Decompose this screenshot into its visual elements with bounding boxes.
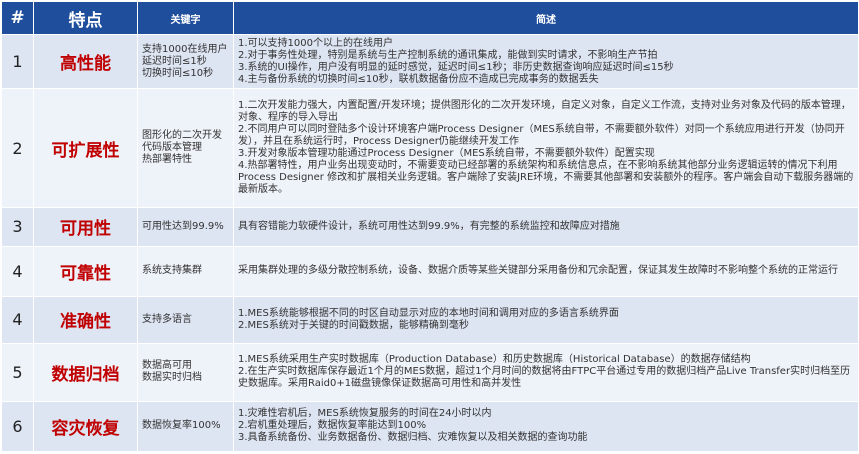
header-description: 简述 [233,1,859,35]
header-feature: 特点 [33,1,138,35]
row-keywords: 系统支持集群 [137,245,234,297]
row-feature: 准确性 [33,295,138,345]
keyword-line: 可用性达到99.9% [142,220,224,232]
desc-line: 4.主与备份系统的切换时间≤10秒，联机数据备份应不造成已完成事务的数据丢失 [238,73,599,85]
desc-line: 采用集群处理的多级分散控制系统，设备、数据介质等某些关键部分采用备份和冗余配置，… [238,265,838,277]
row-num: 3 [1,206,34,247]
row-num: 1 [1,33,34,90]
table-header-row: # 特点 关键字 简述 [1,1,859,35]
row-feature: 数据归档 [33,343,138,402]
row-feature: 容灾恢复 [33,400,138,453]
header-num: # [1,1,34,35]
row-description: 采用集群处理的多级分散控制系统，设备、数据介质等某些关键部分采用备份和冗余配置，… [233,245,859,297]
desc-line: 2.MES系统对于关键的时间戳数据，能够精确到毫秒 [238,319,469,331]
keyword-line: 支持多语言 [142,313,192,325]
desc-line: 1.可以支持1000个以上的在线用户 [238,37,393,49]
desc-line: 1.灾难性宕机后，MES系统恢复服务的时间在24小时以内 [238,408,492,420]
row-feature: 可扩展性 [33,88,138,208]
header-keyword: 关键字 [137,1,234,35]
desc-line: 2.在生产实时数据库保存最近1个月的MES数据，超过1个月时间的数据将由FTPC… [238,366,851,390]
row-num: 4 [1,245,34,297]
row-keywords: 可用性达到99.9% [137,206,234,247]
desc-line: 1.二次开发能力强大，内置配置/开发环境；提供图形化的二次开发环境，自定义对象，… [238,100,851,124]
keyword-line: 延迟时间≤1秒 [142,55,207,67]
desc-line: 4.热部署特性，用户业务出现变动时，不需要变动已经部署的系统架构和系统信息点，在… [238,160,854,196]
row-keywords: 数据高可用 数据实时归档 [137,343,234,402]
row-description: 1.MES系统采用生产实时数据库（Production Database）和历史… [233,343,859,402]
table-row: 4 可靠性 系统支持集群 采用集群处理的多级分散控制系统，设备、数据介质等某些关… [1,245,859,297]
keyword-line: 数据高可用 [142,360,192,372]
table-row: 5 数据归档 数据高可用 数据实时归档 1.MES系统采用生产实时数据库（Pro… [1,343,859,402]
row-description: 1.MES系统能够根据不同的时区自动显示对应的本地时间和调用对应的多语言系统界面… [233,295,859,345]
table-row: 1 高性能 支持1000在线用户 延迟时间≤1秒 切换时间≤10秒 1.可以支持… [1,33,859,90]
row-description: 1.二次开发能力强大，内置配置/开发环境；提供图形化的二次开发环境，自定义对象，… [233,88,859,208]
feature-table: # 特点 关键字 简述 1 高性能 支持1000在线用户 延迟时间≤1秒 切换时… [1,1,859,453]
table-row: 2 可扩展性 图形化的二次开发 代码版本管理 热部署特性 1.二次开发能力强大，… [1,88,859,208]
desc-line: 3.系统的UI操作，用户没有明显的延时感觉，延迟时间≤1秒；非历史数据查询响应延… [238,61,674,73]
row-description: 1.可以支持1000个以上的在线用户 2.对于事务性处理，特别是系统与生产控制系… [233,33,859,90]
desc-line: 1.MES系统能够根据不同的时区自动显示对应的本地时间和调用对应的多语言系统界面 [238,307,619,319]
row-num: 2 [1,88,34,208]
keyword-line: 切换时间≤10秒 [142,67,214,79]
table-row: 4 准确性 支持多语言 1.MES系统能够根据不同的时区自动显示对应的本地时间和… [1,295,859,345]
row-num: 5 [1,343,34,402]
row-feature: 可用性 [33,206,138,247]
row-keywords: 支持多语言 [137,295,234,345]
row-description: 1.灾难性宕机后，MES系统恢复服务的时间在24小时以内 2.宕机重处理后，数据… [233,400,859,453]
row-num: 4 [1,295,34,345]
keyword-line: 代码版本管理 [142,142,202,154]
row-description: 具有容错能力软硬件设计，系统可用性达到99.9%，有完整的系统监控和故障应对措施 [233,206,859,247]
row-num: 6 [1,400,34,453]
desc-line: 3.开发对象版本管理功能通过Process Designer（MES系统自带，不… [238,148,655,160]
row-feature: 可靠性 [33,245,138,297]
desc-line: 2.不同用户可以同时登陆多个设计环境客户端Process Designer（ME… [238,124,845,148]
row-feature: 高性能 [33,33,138,90]
desc-line: 具有容错能力软硬件设计，系统可用性达到99.9%，有完整的系统监控和故障应对措施 [238,220,620,232]
desc-line: 2.宕机重处理后，数据恢复率能达到100% [238,420,427,432]
desc-line: 2.对于事务性处理，特别是系统与生产控制系统的通讯集成，能做到实时请求，不影响生… [238,49,658,61]
keyword-line: 图形化的二次开发 [142,130,222,142]
row-keywords: 图形化的二次开发 代码版本管理 热部署特性 [137,88,234,208]
keyword-line: 系统支持集群 [142,265,202,277]
table-row: 6 容灾恢复 数据恢复率100% 1.灾难性宕机后，MES系统恢复服务的时间在2… [1,400,859,453]
keyword-line: 支持1000在线用户 [142,43,228,55]
desc-line: 3.具备系统备份、业务数据备份、数据归档、灾难恢复以及相关数据的查询功能 [238,432,588,444]
row-keywords: 数据恢复率100% [137,400,234,453]
keyword-line: 热部署特性 [142,154,192,166]
row-keywords: 支持1000在线用户 延迟时间≤1秒 切换时间≤10秒 [137,33,234,90]
table-row: 3 可用性 可用性达到99.9% 具有容错能力软硬件设计，系统可用性达到99.9… [1,206,859,247]
keyword-line: 数据实时归档 [142,372,202,384]
desc-line: 1.MES系统采用生产实时数据库（Production Database）和历史… [238,354,751,366]
keyword-line: 数据恢复率100% [142,420,221,432]
